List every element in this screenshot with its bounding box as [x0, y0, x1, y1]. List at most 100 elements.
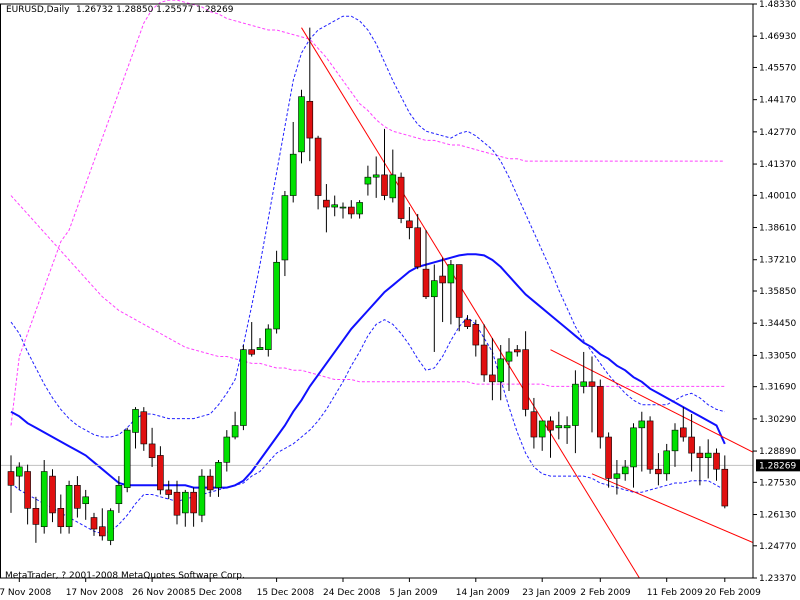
bull-candle-body — [372, 174, 380, 178]
bear-candle-body — [49, 475, 56, 514]
bull-candle-body — [223, 436, 231, 463]
candle — [605, 432, 612, 488]
candle — [314, 135, 322, 210]
bull-candle-body — [331, 204, 339, 208]
bear-candle-body — [422, 268, 430, 298]
symbol-label: EURUSD,Daily — [6, 5, 70, 15]
trendline[interactable] — [301, 27, 642, 582]
candle — [464, 315, 471, 329]
bull-candle-body — [563, 425, 571, 429]
candle — [148, 427, 156, 467]
trendline[interactable] — [550, 349, 792, 472]
y-tick-label: 1.33050 — [759, 351, 796, 361]
candle — [99, 508, 106, 541]
candle — [57, 494, 65, 534]
candle — [671, 423, 679, 467]
bull-candle-body — [447, 264, 455, 284]
bear-candle-body — [148, 443, 156, 459]
x-tick-label: 5 Jan 2009 — [389, 588, 437, 598]
candle — [497, 345, 505, 401]
bear-candle-body — [140, 411, 148, 445]
candle — [455, 264, 463, 332]
candle — [513, 345, 521, 357]
bear-candle-body — [248, 349, 255, 355]
candle — [447, 259, 455, 325]
bear-candle-body — [74, 485, 81, 509]
candle — [306, 27, 314, 162]
candle — [572, 370, 579, 454]
bull-candle-body — [65, 485, 73, 528]
x-tick-label: 7 Nov 2008 — [0, 588, 51, 598]
candle — [414, 213, 422, 270]
candles — [7, 27, 729, 546]
candle — [281, 190, 289, 277]
candle — [289, 121, 297, 203]
bear-candle-body — [173, 491, 181, 516]
x-tick-label: 5 Dec 2008 — [190, 588, 242, 598]
bear-candle-body — [688, 436, 695, 454]
bear-candle-body — [480, 344, 488, 376]
y-tick-label: 1.45570 — [759, 63, 796, 73]
candle — [65, 480, 73, 534]
bear-candle-body — [721, 468, 729, 507]
bear-candle-body — [323, 199, 330, 208]
candle — [655, 453, 662, 486]
bull-candle-body — [497, 358, 505, 383]
x-tick-label: 15 Dec 2008 — [257, 588, 315, 598]
candle — [32, 496, 40, 543]
bear-candle-body — [314, 137, 322, 196]
candle — [646, 416, 654, 474]
candle — [256, 338, 264, 350]
bull-candle-body — [389, 174, 397, 199]
bear-candle-body — [513, 349, 521, 353]
candle — [206, 469, 214, 497]
candle — [231, 411, 239, 440]
bear-candle-body — [206, 475, 214, 491]
y-tick-label: 1.37210 — [759, 256, 796, 266]
candle — [240, 345, 247, 431]
envelope-upper-line — [10, 0, 725, 426]
candle — [190, 487, 197, 527]
moving-average — [0, 253, 753, 489]
candle — [538, 420, 546, 451]
bear-candle-body — [397, 176, 405, 219]
bear-candle-body — [489, 374, 496, 383]
candle — [132, 407, 139, 449]
bull-candle-body — [281, 195, 289, 261]
bear-candle-body — [7, 471, 15, 486]
bear-candle-body — [347, 206, 355, 215]
x-tick-label: 2 Feb 2009 — [580, 588, 631, 598]
bull-candle-body — [298, 96, 305, 153]
bull-candle-body — [123, 429, 131, 488]
bear-candle-body — [99, 526, 106, 537]
time-axis: 7 Nov 2008 17 Nov 2008 26 Nov 2008 5 Dec 20… — [0, 578, 761, 598]
bear-candle-body — [472, 324, 480, 346]
bear-candle-body — [414, 227, 422, 268]
candle — [505, 338, 513, 392]
bull-candle-body — [704, 452, 712, 459]
candle — [713, 448, 720, 481]
bear-candle-body — [679, 427, 687, 438]
y-tick-label: 1.42770 — [759, 128, 796, 138]
x-tick-label: 23 Jan 2009 — [522, 588, 576, 598]
x-tick-label: 11 Feb 2009 — [647, 588, 703, 598]
bull-candle-body — [115, 485, 123, 505]
candle — [323, 184, 330, 233]
candle — [298, 89, 305, 164]
bull-candle-body — [82, 496, 89, 505]
bear-candle-body — [547, 420, 554, 431]
candle — [372, 156, 380, 198]
candle — [663, 443, 671, 481]
y-tick-label: 1.35850 — [759, 287, 796, 297]
bull-candle-body — [505, 351, 513, 362]
price-chart[interactable]: 1.48330 1.46930 1.45570 1.44170 1.42770 1.413… — [0, 0, 800, 600]
candle — [638, 411, 646, 472]
y-tick-label: 1.27530 — [759, 478, 796, 488]
candle — [82, 489, 89, 520]
candle — [140, 407, 148, 451]
candle — [248, 322, 255, 357]
candle — [679, 407, 687, 442]
bull-candle-body — [273, 261, 280, 330]
candle — [123, 427, 131, 493]
y-tick-label: 1.24770 — [759, 542, 796, 552]
